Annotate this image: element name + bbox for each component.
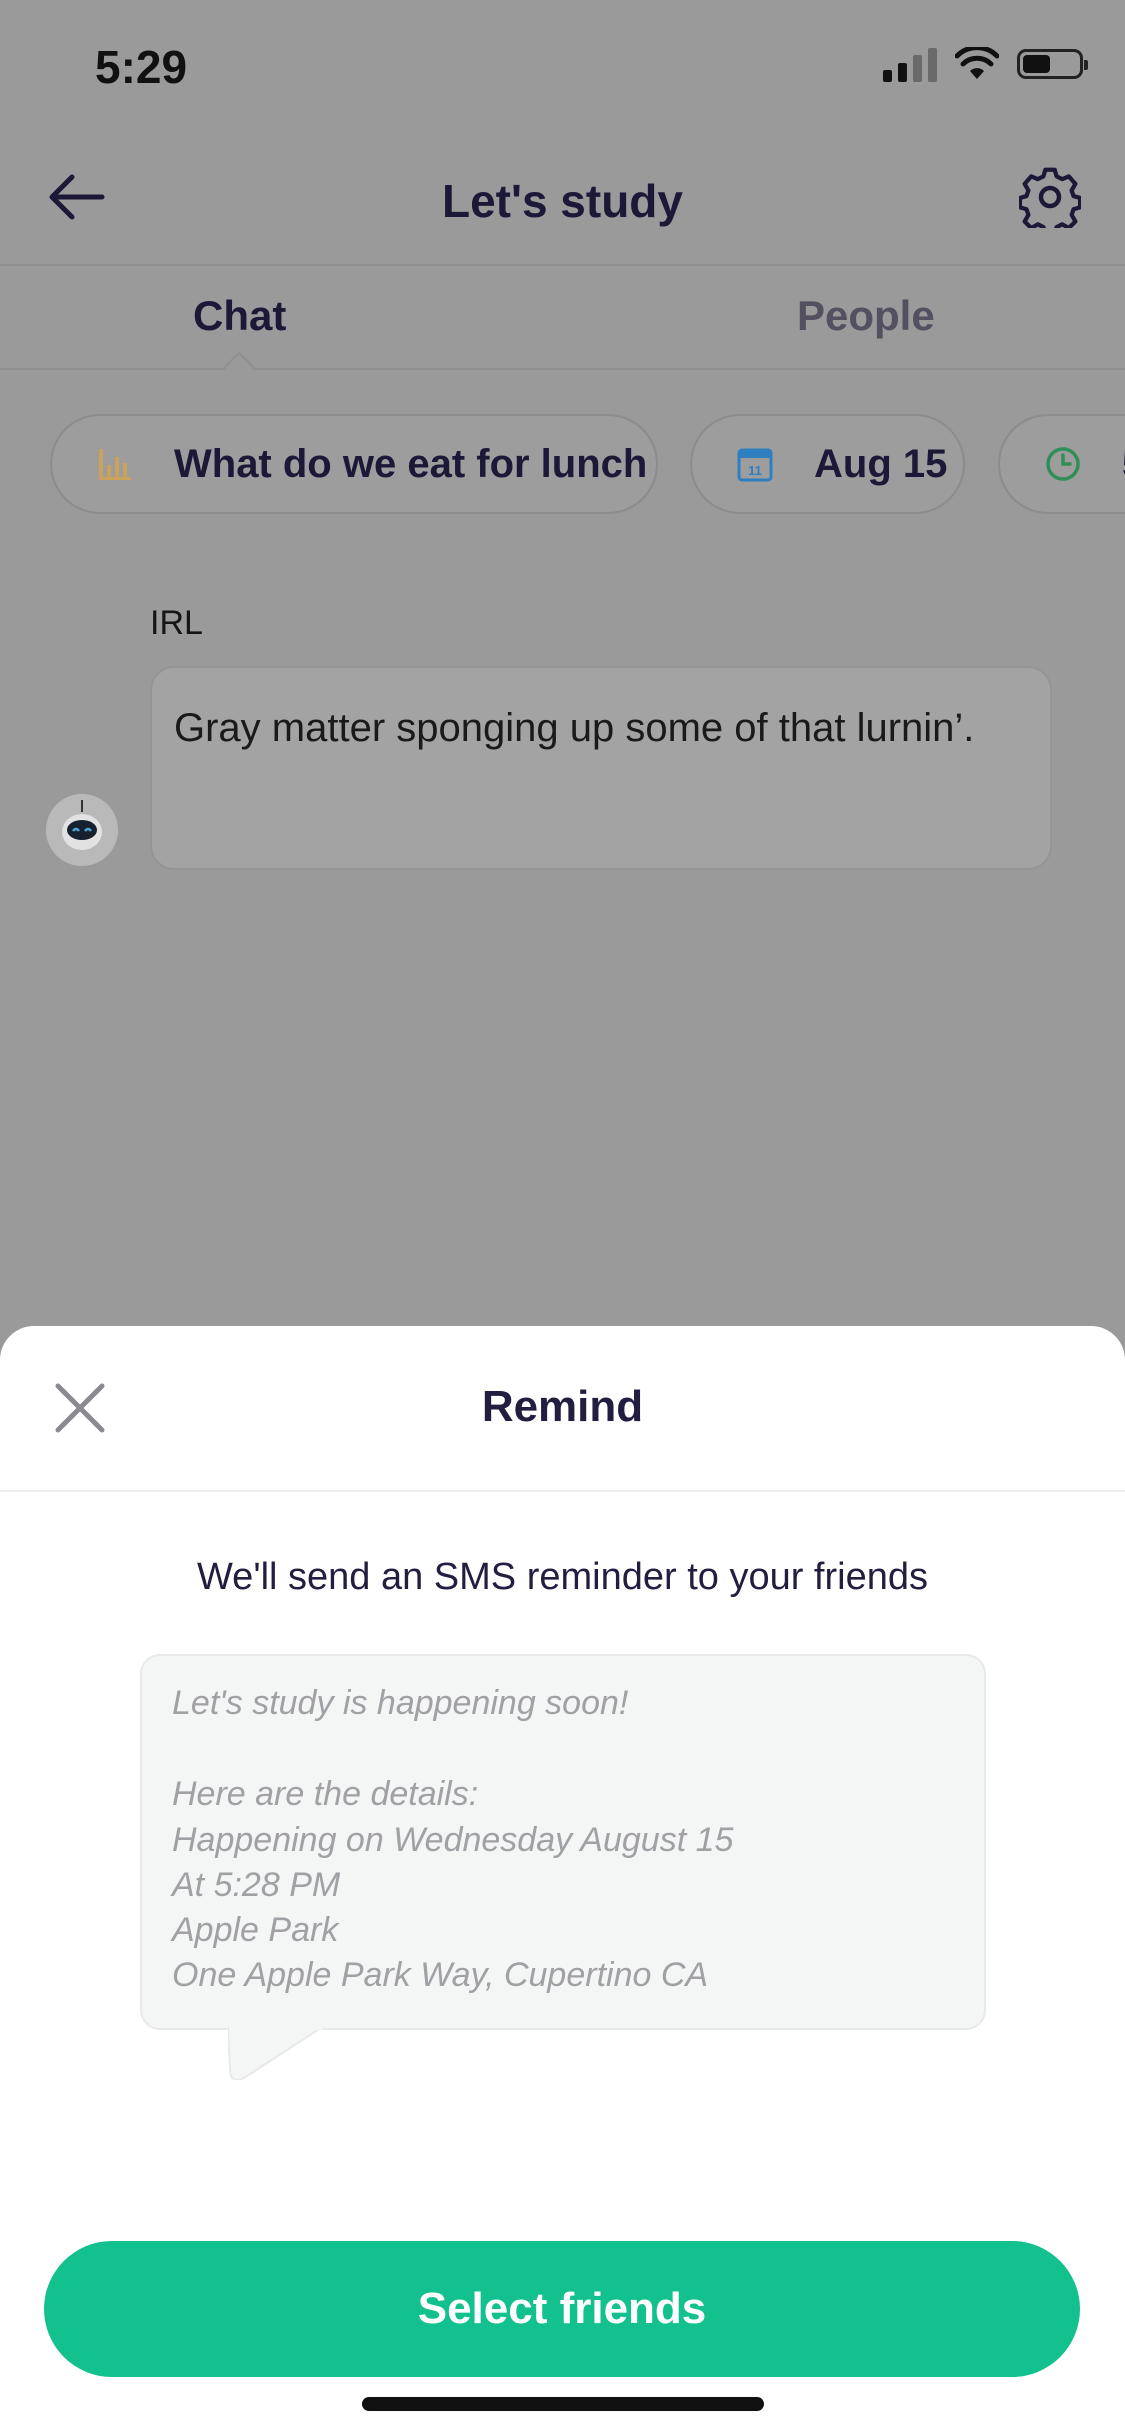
event-chips: What do we eat for lunch 11 Aug 15 5: [0, 414, 1125, 520]
select-friends-button[interactable]: Select friends: [44, 2241, 1080, 2377]
chat-screen: 5:29 Let's study Chat People What do we …: [0, 0, 1125, 1330]
message-text: Gray matter sponging up some of that lur…: [174, 706, 975, 750]
date-chip-label: Aug 15: [814, 441, 948, 486]
tab-people[interactable]: People: [797, 292, 935, 340]
wifi-icon: [955, 47, 999, 79]
robot-avatar-icon[interactable]: [46, 794, 118, 866]
status-bar: 5:29: [0, 0, 1125, 130]
sheet-title: Remind: [481, 1382, 644, 1431]
top-bar: Let's study: [0, 140, 1125, 260]
sms-line: Here are the details:: [172, 1775, 479, 1813]
home-indicator[interactable]: [362, 2397, 764, 2411]
calendar-icon-day: 11: [748, 463, 762, 478]
tab-bar: Chat People: [0, 264, 1125, 383]
sms-preview: Let's study is happening soon! Here are …: [140, 1654, 986, 2030]
sheet-header: Remind: [0, 1326, 1125, 1492]
sms-line: Let's study is happening soon!: [172, 1684, 629, 1722]
poll-chip[interactable]: What do we eat for lunch: [50, 414, 658, 514]
gear-icon[interactable]: [1019, 166, 1081, 228]
sms-line: Apple Park: [172, 1911, 339, 1949]
sms-line: At 5:28 PM: [172, 1866, 341, 1904]
calendar-icon: 11: [737, 448, 773, 482]
sms-line: One Apple Park Way, Cupertino CA: [172, 1956, 709, 1994]
cellular-signal-icon: [883, 46, 937, 82]
clock-icon: [1046, 447, 1080, 481]
status-time: 5:29: [95, 41, 188, 93]
battery-icon: [1017, 49, 1088, 79]
poll-chip-label: What do we eat for lunch: [174, 441, 648, 486]
message-bubble: Gray matter sponging up some of that lur…: [150, 666, 1052, 870]
time-chip[interactable]: 5: [998, 414, 1125, 514]
date-chip[interactable]: 11 Aug 15: [690, 414, 965, 514]
active-tab-indicator: [223, 351, 255, 383]
sheet-subtitle: We'll send an SMS reminder to your frien…: [197, 1556, 928, 1598]
sms-bubble-tail: [228, 2026, 324, 2080]
page-title: Let's study: [442, 175, 683, 227]
bar-chart-icon: [99, 449, 131, 480]
status-icons: [883, 46, 1088, 82]
message-sender: IRL: [150, 604, 203, 642]
remind-sheet: Remind We'll send an SMS reminder to you…: [0, 1326, 1125, 2436]
tab-chat[interactable]: Chat: [193, 292, 286, 340]
sms-line: Happening on Wednesday August 15: [172, 1821, 734, 1859]
